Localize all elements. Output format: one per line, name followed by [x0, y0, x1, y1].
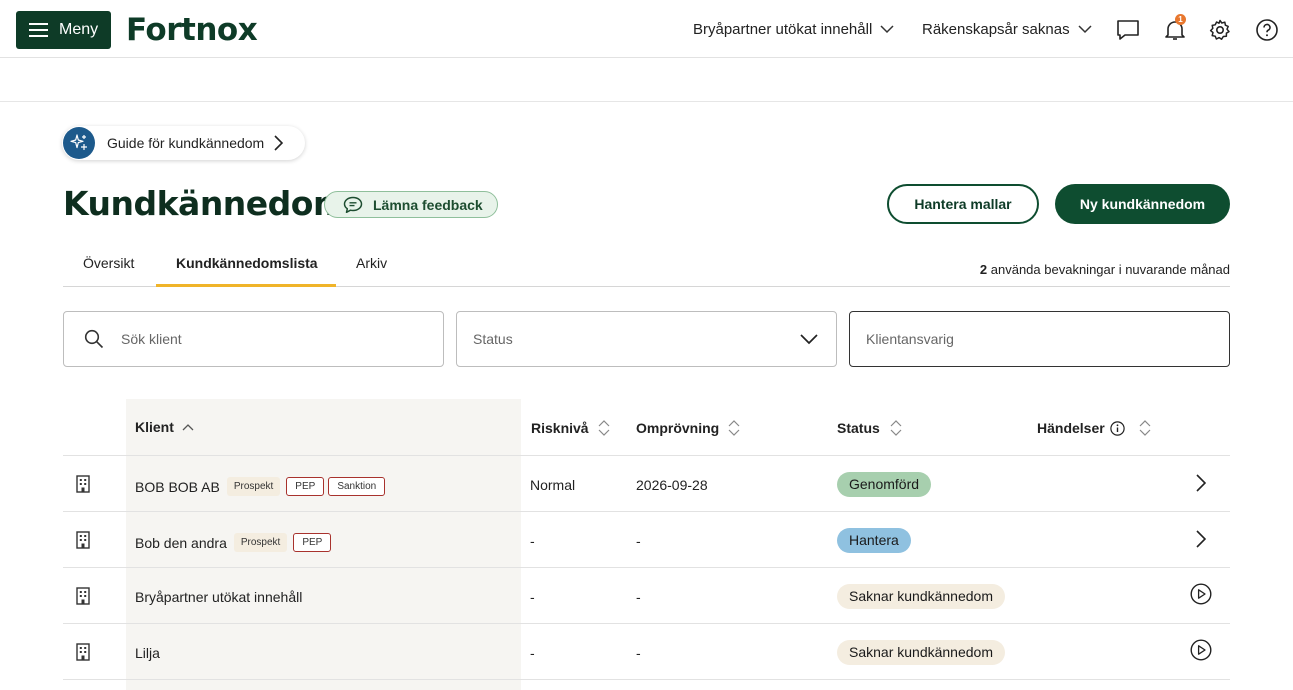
chevron-down-icon [880, 25, 894, 34]
tag-prospekt: Prospekt [233, 533, 288, 552]
notification-count-badge: 1 [1175, 14, 1186, 25]
play-icon[interactable] [1190, 583, 1212, 605]
status-select[interactable]: Status [456, 311, 837, 367]
feedback-label: Lämna feedback [373, 196, 483, 213]
client-name: BOB BOB AB [135, 478, 220, 495]
table-row[interactable]: Bob den andra Prospekt PEP - - Hantera [63, 512, 1230, 568]
help-icon [1256, 19, 1278, 41]
menu-button[interactable]: Meny [16, 11, 111, 49]
chevron-down-icon [1078, 25, 1092, 34]
column-header-review[interactable]: Omprövning [636, 419, 740, 437]
review-date-cell: 2026-09-28 [636, 477, 708, 493]
column-header-risk[interactable]: Risknivå [531, 419, 610, 437]
sort-icon [598, 420, 610, 436]
info-icon[interactable] [1110, 420, 1125, 436]
guide-button[interactable]: Guide för kundkännedom [62, 126, 306, 160]
usage-info: 2 använda bevakningar i nuvarande månad [980, 262, 1230, 277]
review-date-cell: - [636, 533, 641, 549]
new-kyc-button[interactable]: Ny kundkännedom [1055, 184, 1230, 224]
client-name: Bryåpartner utökat innehåll [135, 589, 303, 605]
client-header-label: Klient [135, 419, 174, 435]
fiscal-year-label: Räkenskapsår saknas [922, 21, 1070, 38]
search-placeholder: Sök klient [121, 331, 182, 347]
risk-cell: Normal [530, 477, 576, 493]
divider [0, 101, 1293, 102]
chat-icon [1117, 20, 1139, 40]
risk-header-label: Risknivå [531, 420, 589, 436]
play-icon[interactable] [1190, 639, 1212, 661]
column-header-events[interactable]: Händelser [1037, 419, 1151, 437]
status-badge: Saknar kundkännedom [837, 584, 1005, 609]
client-name-cell: Bob den andra Prospekt PEP [135, 533, 332, 552]
settings-button[interactable] [1208, 18, 1232, 42]
building-icon [76, 587, 90, 605]
sort-icon [728, 420, 740, 436]
sort-icon [890, 420, 902, 436]
menu-label: Meny [59, 21, 99, 38]
tab-overview[interactable]: Översikt [83, 255, 134, 271]
tab-bar: Översikt Kundkännedomslista Arkiv 2 anvä… [63, 245, 1230, 287]
client-responsible-placeholder: Klientansvarig [866, 331, 954, 347]
client-name-cell: Lilja [135, 645, 160, 661]
table-row[interactable]: Bryåpartner utökat innehåll - - Saknar k… [63, 568, 1230, 624]
risk-cell: - [530, 645, 535, 661]
building-icon [76, 531, 90, 549]
status-header-label: Status [837, 420, 880, 436]
notifications-button[interactable]: 1 [1163, 14, 1187, 42]
fiscal-year-dropdown[interactable]: Räkenskapsår saknas [922, 21, 1092, 38]
building-icon [76, 643, 90, 661]
table-row[interactable]: BOB BOB AB Prospekt PEP Sanktion Normal … [63, 456, 1230, 512]
column-header-client[interactable]: Klient [135, 419, 194, 435]
review-date-cell: - [636, 589, 641, 605]
review-header-label: Omprövning [636, 420, 720, 436]
chevron-right-icon [274, 135, 284, 151]
speech-bubble-icon [343, 196, 363, 213]
review-date-cell: - [636, 645, 641, 661]
company-dropdown[interactable]: Bryåpartner utökat innehåll [693, 21, 894, 38]
risk-cell: - [530, 533, 535, 549]
sparkle-icon [63, 127, 95, 159]
sort-ascending-icon [182, 424, 194, 431]
tag-pep: PEP [293, 533, 332, 552]
fortnox-logo[interactable]: Fortnox [126, 12, 258, 48]
sort-icon [1139, 420, 1151, 436]
tag-prospekt: Prospekt [226, 477, 281, 496]
usage-text: använda bevakningar i nuvarande månad [990, 262, 1230, 277]
table-row[interactable]: Lilja - - Saknar kundkännedom [63, 624, 1230, 680]
client-name: Bob den andra [135, 534, 227, 551]
client-responsible-input[interactable]: Klientansvarig [849, 311, 1230, 367]
building-icon [76, 475, 90, 493]
column-header-status[interactable]: Status [837, 419, 902, 437]
tab-kyc-list[interactable]: Kundkännedomslista [176, 255, 318, 271]
status-badge: Saknar kundkännedom [837, 640, 1005, 665]
client-name-cell: BOB BOB AB Prospekt PEP Sanktion [135, 477, 386, 496]
risk-cell: - [530, 589, 535, 605]
status-badge: Genomförd [837, 472, 932, 497]
page-title: Kundkännedom [63, 184, 347, 223]
usage-count: 2 [979, 262, 988, 277]
status-badge: Hantera [837, 528, 911, 553]
chat-button[interactable] [1116, 18, 1140, 42]
tag-sanktion: Sanktion [328, 477, 386, 496]
top-bar: Meny Fortnox Bryåpartner utökat innehåll… [0, 0, 1293, 58]
status-placeholder: Status [473, 331, 513, 347]
chevron-right-icon[interactable] [1196, 473, 1206, 493]
client-name-cell: Bryåpartner utökat innehåll [135, 589, 302, 605]
client-name: Lilja [135, 645, 160, 661]
guide-label: Guide för kundkännedom [107, 135, 265, 151]
active-tab-indicator [156, 284, 336, 287]
events-header-label: Händelser [1037, 420, 1105, 436]
search-input[interactable]: Sök klient [63, 311, 444, 367]
manage-templates-button[interactable]: Hantera mallar [887, 184, 1039, 224]
feedback-button[interactable]: Lämna feedback [324, 191, 498, 218]
tab-archive[interactable]: Arkiv [356, 255, 387, 271]
hamburger-icon [29, 23, 48, 37]
tag-pep: PEP [286, 477, 325, 496]
chevron-right-icon[interactable] [1196, 529, 1206, 549]
gear-icon [1209, 19, 1230, 40]
search-icon [84, 329, 104, 349]
chevron-down-icon [800, 334, 818, 345]
help-button[interactable] [1255, 18, 1279, 42]
company-dropdown-label: Bryåpartner utökat innehåll [693, 21, 873, 38]
